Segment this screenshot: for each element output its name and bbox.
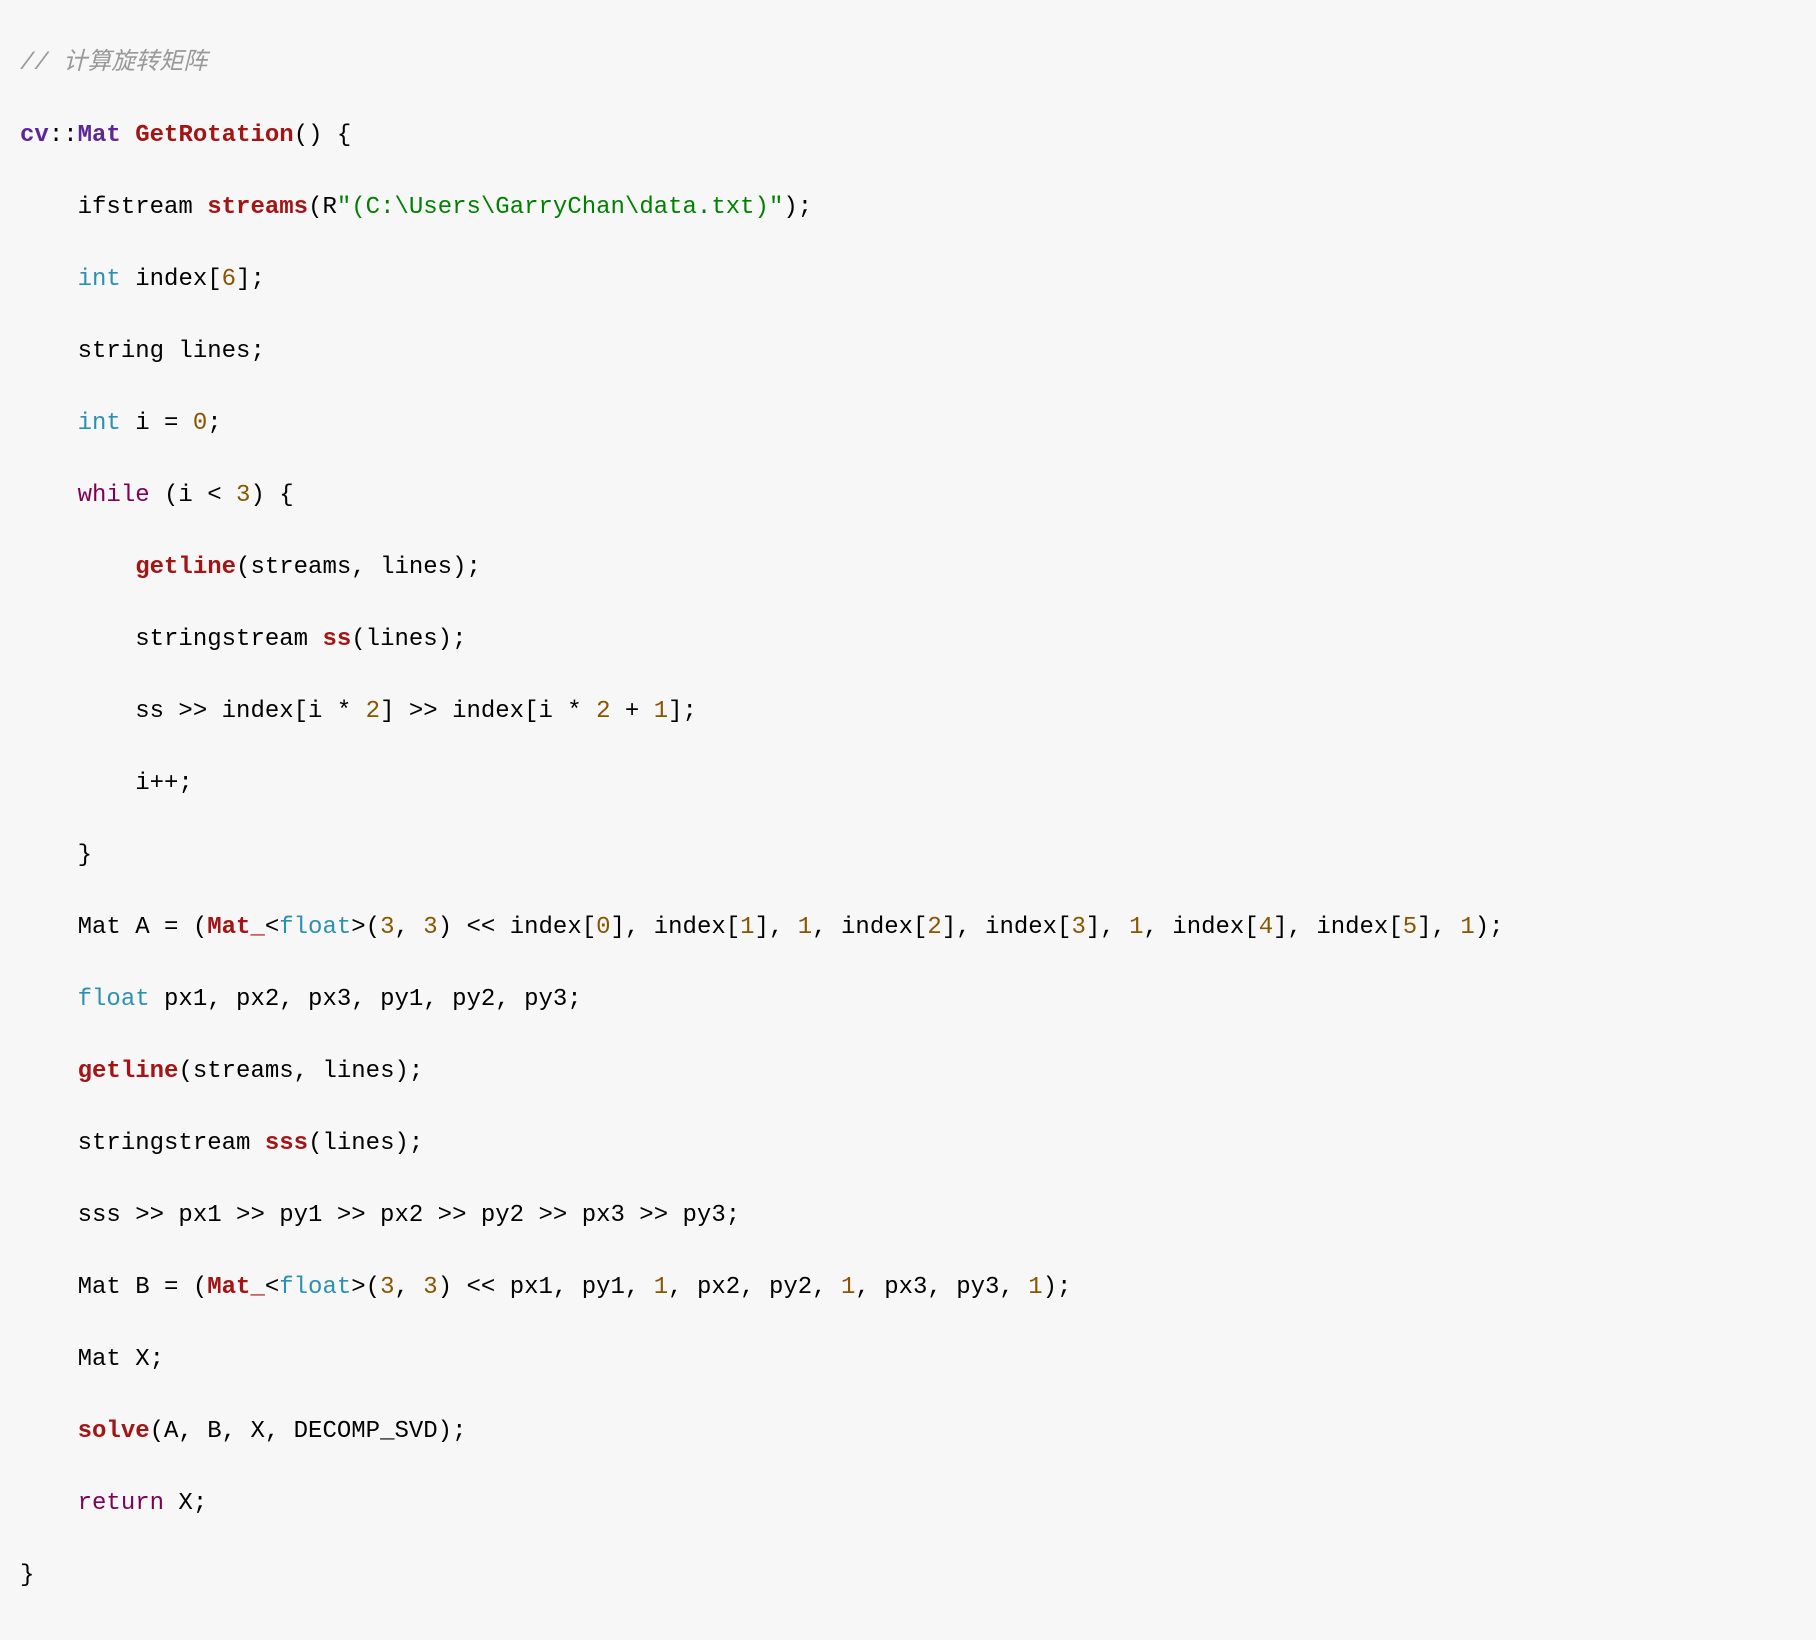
code-block: // 计算旋转矩阵 cv::Mat GetRotation() { ifstre…: [0, 0, 1816, 1640]
code-line-18: Mat B = (Mat_<float>(3, 3) << px1, py1, …: [20, 1270, 1796, 1306]
code-line-10: ss >> index[i * 2] >> index[i * 2 + 1];: [20, 694, 1796, 730]
code-line-9: stringstream ss(lines);: [20, 622, 1796, 658]
code-line-13: Mat A = (Mat_<float>(3, 3) << index[0], …: [20, 910, 1796, 946]
code-line-2: cv::Mat GetRotation() {: [20, 118, 1796, 154]
code-line-22: }: [20, 1558, 1796, 1594]
code-line-6: int i = 0;: [20, 406, 1796, 442]
code-line-11: i++;: [20, 766, 1796, 802]
code-line-8: getline(streams, lines);: [20, 550, 1796, 586]
code-line-12: }: [20, 838, 1796, 874]
code-line-17: sss >> px1 >> py1 >> px2 >> py2 >> px3 >…: [20, 1198, 1796, 1234]
code-line-5: string lines;: [20, 334, 1796, 370]
code-line-3: ifstream streams(R"(C:\Users\GarryChan\d…: [20, 190, 1796, 226]
code-line-1: // 计算旋转矩阵: [20, 46, 1796, 82]
comment-text: // 计算旋转矩阵: [20, 50, 207, 77]
code-line-15: getline(streams, lines);: [20, 1054, 1796, 1090]
code-line-4: int index[6];: [20, 262, 1796, 298]
code-line-14: float px1, px2, px3, py1, py2, py3;: [20, 982, 1796, 1018]
code-line-21: return X;: [20, 1486, 1796, 1522]
code-line-19: Mat X;: [20, 1342, 1796, 1378]
code-line-7: while (i < 3) {: [20, 478, 1796, 514]
code-line-16: stringstream sss(lines);: [20, 1126, 1796, 1162]
code-line-20: solve(A, B, X, DECOMP_SVD);: [20, 1414, 1796, 1450]
